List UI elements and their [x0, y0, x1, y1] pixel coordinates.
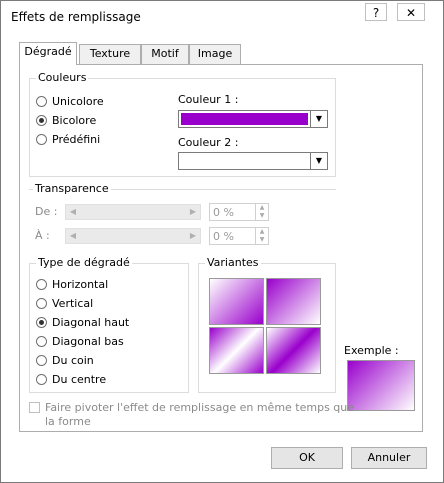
cancel-button[interactable]: Annuler — [351, 447, 427, 469]
radio-du-coin[interactable]: Du coin — [36, 352, 94, 368]
close-button[interactable]: ✕ — [397, 3, 425, 21]
radio-label: Du centre — [52, 372, 107, 386]
tab-texture[interactable]: Texture — [79, 44, 141, 64]
exemple-label: Exemple : — [344, 344, 399, 357]
variant-tile-4[interactable] — [266, 327, 321, 374]
slider-right-arrow-icon: ▶ — [189, 231, 197, 240]
couleur2-label: Couleur 2 : — [178, 136, 239, 149]
radio-button — [36, 95, 47, 107]
variant-tile-1[interactable] — [209, 278, 264, 325]
radio-button — [36, 133, 47, 145]
radio-label: Diagonal haut — [52, 315, 130, 329]
slider-left-arrow-icon: ◀ — [69, 231, 77, 240]
de-slider[interactable]: ◀ ▶ — [65, 204, 201, 220]
radio-bicolore[interactable]: Bicolore — [36, 112, 96, 128]
a-slider[interactable]: ◀ ▶ — [65, 228, 201, 244]
radio-vertical[interactable]: Vertical — [36, 295, 93, 311]
radio-du-centre[interactable]: Du centre — [36, 371, 106, 387]
slider-right-arrow-icon: ▶ — [189, 207, 197, 216]
couleur1-label: Couleur 1 : — [178, 93, 239, 106]
radio-diagonal-bas[interactable]: Diagonal bas — [36, 333, 124, 349]
couleur1-swatch — [181, 113, 308, 125]
radio-button-selected — [36, 114, 47, 126]
radio-label: Diagonal bas — [52, 334, 124, 348]
a-label: À : — [35, 229, 50, 242]
radio-label: Du coin — [52, 353, 94, 367]
a-value: 0 % — [213, 230, 234, 243]
spinner-arrows-icon: ▲ ▼ — [255, 204, 268, 220]
radio-horizontal[interactable]: Horizontal — [36, 276, 108, 292]
help-button[interactable]: ? — [365, 3, 387, 21]
chevron-down-icon: ▼ — [310, 111, 327, 127]
spinner-arrows-icon: ▲ ▼ — [255, 228, 268, 244]
radio-button — [36, 373, 47, 385]
exemple-preview — [347, 360, 415, 411]
type-degrade-group: Type de dégradé Horizontal Vertical Diag… — [29, 256, 189, 393]
rotate-checkbox-label: Faire pivoter l'effet de remplissage en … — [45, 401, 355, 414]
ok-button[interactable]: OK — [271, 447, 343, 469]
type-degrade-group-label: Type de dégradé — [36, 256, 132, 269]
tab-degrade[interactable]: Dégradé — [19, 42, 77, 65]
radio-label: Bicolore — [52, 113, 97, 127]
transparence-group: Transparence De : ◀ ▶ 0 % ▲ ▼ À : ◀ ▶ 0 %… — [29, 182, 336, 251]
couleur1-dropdown[interactable]: ▼ — [178, 110, 328, 128]
tab-motif[interactable]: Motif — [141, 44, 189, 64]
radio-label: Horizontal — [52, 277, 109, 291]
variantes-group: Variantes — [198, 256, 336, 393]
radio-button — [36, 278, 47, 290]
variantes-group-label: Variantes — [205, 256, 261, 269]
chevron-down-icon: ▼ — [310, 153, 327, 169]
radio-button — [36, 335, 47, 347]
radio-button — [36, 354, 47, 366]
tab-image[interactable]: Image — [189, 44, 241, 64]
dialog-title: Effets de remplissage — [11, 10, 141, 24]
slider-left-arrow-icon: ◀ — [69, 207, 77, 216]
de-value: 0 % — [213, 206, 234, 219]
couleurs-group-label: Couleurs — [36, 71, 89, 84]
variant-tile-2[interactable] — [266, 278, 321, 325]
radio-label: Prédéfini — [52, 132, 101, 146]
rotate-checkbox[interactable] — [29, 402, 40, 413]
fill-effects-dialog: Effets de remplissage ? ✕ Dégradé Textur… — [0, 0, 444, 483]
a-spinner[interactable]: 0 % ▲ ▼ — [209, 227, 269, 245]
variant-tile-3[interactable] — [209, 327, 264, 374]
radio-label: Vertical — [52, 296, 94, 310]
title-bar: Effets de remplissage ? ✕ — [1, 1, 443, 33]
transparence-group-label: Transparence — [33, 182, 111, 195]
radio-button — [36, 297, 47, 309]
couleurs-group: Couleurs Unicolore Bicolore Prédéfini Co… — [29, 71, 336, 177]
de-label: De : — [35, 205, 58, 218]
couleur2-dropdown[interactable]: ▼ — [178, 152, 328, 170]
radio-unicolore[interactable]: Unicolore — [36, 93, 104, 109]
radio-button-selected — [36, 316, 47, 328]
radio-diagonal-haut[interactable]: Diagonal haut — [36, 314, 129, 330]
gradient-panel: Couleurs Unicolore Bicolore Prédéfini Co… — [19, 64, 423, 432]
de-spinner[interactable]: 0 % ▲ ▼ — [209, 203, 269, 221]
radio-label: Unicolore — [52, 94, 104, 108]
rotate-checkbox-label-line2: la forme — [45, 415, 91, 428]
radio-predefini[interactable]: Prédéfini — [36, 131, 100, 147]
